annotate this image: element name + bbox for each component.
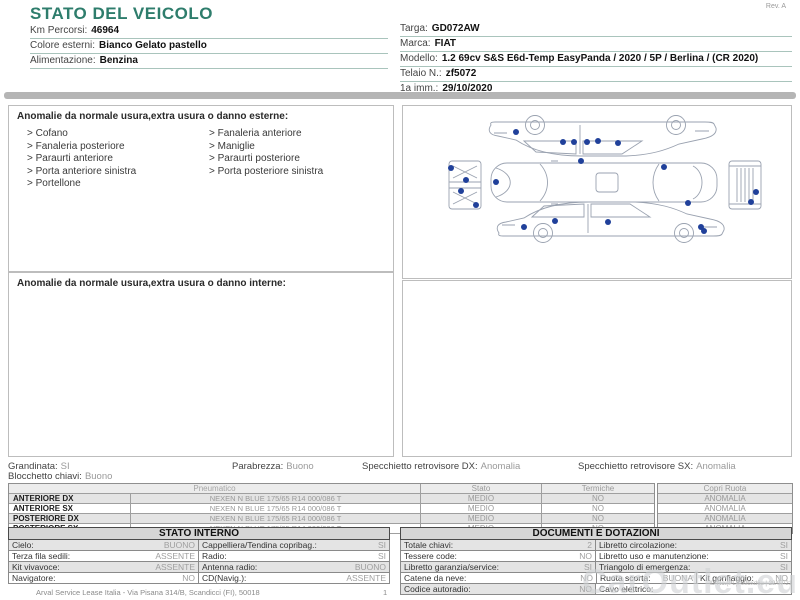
condition-parabrezza: Parabrezza:Buono (232, 461, 314, 472)
anomaly-item: > Maniglie (209, 141, 323, 154)
vehicle-status-report: STATO DEL VEICOLO Rev. A Km Percorsi:469… (0, 0, 800, 600)
damage-marker (578, 158, 584, 164)
condition-specchietto-sx: Specchietto retrovisore SX:Anomalia (578, 461, 736, 472)
damage-marker (584, 139, 590, 145)
anomaly-item: > Fanaleria posteriore (27, 141, 136, 154)
damage-marker (448, 165, 454, 171)
damage-marker (521, 224, 527, 230)
anomaly-item: > Porta anteriore sinistra (27, 166, 136, 179)
damage-marker (473, 202, 479, 208)
interno-row: Cielo:BUONO Cappelliera/Tendina copribag… (8, 540, 390, 551)
tire-table-header: Pneumatico Stato Termiche (9, 484, 654, 494)
tire-row-posteriore-dx: POSTERIORE DX NEXEN N BLUE 175/65 R14 00… (9, 514, 654, 524)
col-header-pneumatico: Pneumatico (9, 484, 421, 493)
revision-label: Rev. A (766, 3, 786, 10)
damage-marker (552, 218, 558, 224)
damage-marker (753, 189, 759, 195)
damage-marker (513, 129, 519, 135)
interior-anomalies-panel: Anomalie da normale usura,extra usura o … (8, 272, 394, 457)
car-damage-diagram-panel (402, 105, 792, 279)
damage-marker (605, 219, 611, 225)
exterior-anomalies-col2: > Fanaleria anteriore > Maniglie > Parau… (209, 128, 323, 178)
interno-row: Kit vivavoce:ASSENTE Antenna radio:BUONO (8, 562, 390, 573)
footer-company: Arval Service Lease Italia - Via Pisana … (36, 588, 260, 597)
damage-marker (661, 164, 667, 170)
damage-marker (493, 179, 499, 185)
stato-interno-header: STATO INTERNO (8, 527, 390, 540)
documenti-header: DOCUMENTI E DOTAZIONI (400, 527, 792, 540)
stato-interno-table: STATO INTERNO Cielo:BUONO Cappelliera/Te… (8, 527, 390, 584)
anomaly-item: > Portellone (27, 178, 136, 191)
notes-panel-empty (402, 280, 792, 457)
col-header-stato: Stato (421, 484, 542, 493)
condition-specchietto-dx: Specchietto retrovisore DX:Anomalia (362, 461, 520, 472)
damage-marker (595, 138, 601, 144)
interno-row: Terza fila sedili:ASSENTE Radio:SI (8, 551, 390, 562)
documenti-row: Totale chiavi:2 Libretto circolazione:SI (400, 540, 792, 551)
anomaly-item: > Fanaleria anteriore (209, 128, 323, 141)
exterior-anomalies-title: Anomalie da normale usura,extra usura o … (9, 106, 393, 124)
damage-marker (571, 139, 577, 145)
damage-marker (615, 140, 621, 146)
info-row-fuel: Alimentazione:Benzina (30, 54, 388, 69)
documenti-row: Libretto garanzia/service:SI Triangolo d… (400, 562, 792, 573)
damage-marker (748, 199, 754, 205)
info-row-brand: Marca:FIAT (400, 37, 792, 52)
anomaly-item: > Paraurti anteriore (27, 153, 136, 166)
copri-ruota-value: ANOMALIA (658, 504, 792, 513)
vehicle-info-right: Targa:GD072AW Marca:FIAT Modello:1.2 69c… (400, 22, 792, 97)
page-number: 1 (383, 588, 387, 597)
exterior-anomalies-col1: > Cofano > Fanaleria posteriore > Paraur… (27, 128, 136, 191)
anomaly-item: > Paraurti posteriore (209, 153, 323, 166)
separator-bar (4, 92, 796, 99)
col-header-termiche: Termiche (542, 484, 654, 493)
anomaly-item: > Cofano (27, 128, 136, 141)
interno-row: Navigatore:NO CD(Navig.):ASSENTE (8, 573, 390, 584)
tire-row-anteriore-sx: ANTERIORE SX NEXEN N BLUE 175/65 R14 000… (9, 504, 654, 514)
damage-marker (560, 139, 566, 145)
document-id: ID No.(PL): J9bxd6u | 29/07/21 (709, 581, 792, 587)
info-row-color: Colore esterni:Bianco Gelato pastello (30, 39, 388, 54)
documenti-row: Tessere code:NO Libretto uso e manutenzi… (400, 551, 792, 562)
info-row-chassis: Telaio N.:zf5072 (400, 67, 792, 82)
info-row-model: Modello:1.2 69cv S&S E6d-Temp EasyPanda … (400, 52, 792, 67)
damage-marker (685, 200, 691, 206)
condition-blocchetto-chiavi: Blocchetto chiavi:Buono (8, 471, 112, 482)
damage-marker (463, 177, 469, 183)
copri-ruota-value: ANOMALIA (658, 494, 792, 503)
anomaly-item: > Porta posteriore sinistra (209, 166, 323, 179)
interior-anomalies-title: Anomalie da normale usura,extra usura o … (9, 273, 393, 291)
info-row-plate: Targa:GD072AW (400, 22, 792, 37)
damage-markers (448, 129, 759, 234)
copri-ruota-value: ANOMALIA (658, 514, 792, 523)
damage-marker (701, 228, 707, 234)
page-title: STATO DEL VEICOLO (30, 4, 213, 24)
damage-marker (458, 188, 464, 194)
exterior-anomalies-panel: Anomalie da normale usura,extra usura o … (8, 105, 394, 272)
info-row-km: Km Percorsi:46964 (30, 24, 388, 39)
tire-row-anteriore-dx: ANTERIORE DX NEXEN N BLUE 175/65 R14 000… (9, 494, 654, 504)
vehicle-info-left: Km Percorsi:46964 Colore esterni:Bianco … (30, 24, 388, 69)
col-header-copri-ruota: Copri Ruota (658, 484, 792, 493)
car-diagram (403, 106, 789, 276)
